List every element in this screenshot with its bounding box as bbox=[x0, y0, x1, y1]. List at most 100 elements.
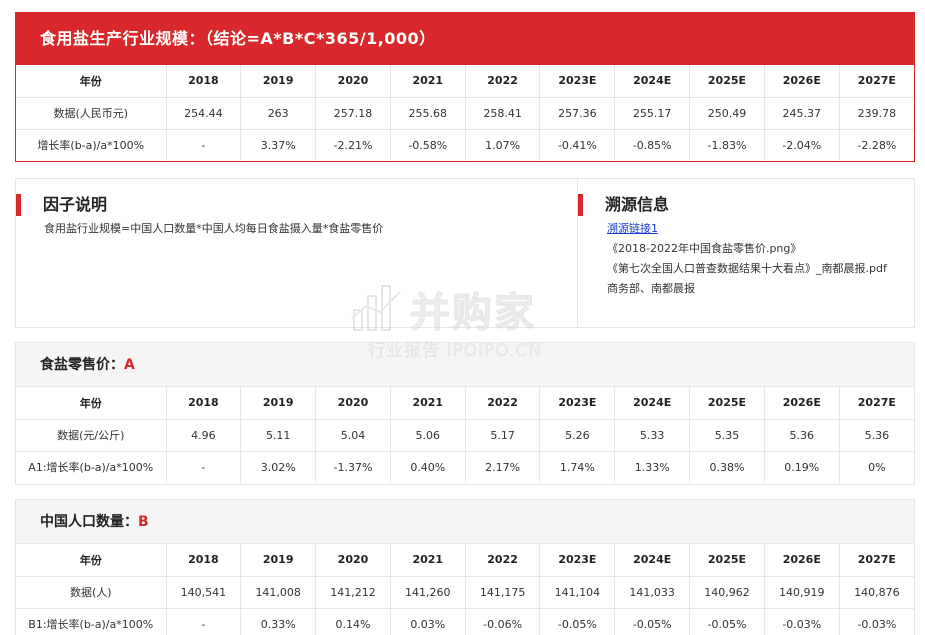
table-row: 增长率(b-a)/a*100% - 3.37% -2.21% -0.58% 1.… bbox=[16, 129, 914, 161]
population-title: 中国人口数量：B bbox=[16, 500, 914, 544]
growth-cell: -2.04% bbox=[764, 129, 840, 161]
retail-price-table: 年份 2018 2019 2020 2021 2022 2023E 2024E … bbox=[16, 387, 914, 483]
row-label-growth: B1:增长率(b-a)/a*100% bbox=[16, 608, 167, 635]
industry-scale-table: 年份 2018 2019 2020 2021 2022 2023E 2024E … bbox=[16, 65, 914, 161]
data-cell: 141,104 bbox=[539, 576, 616, 609]
accent-bar bbox=[578, 194, 583, 216]
data-cell: 254.44 bbox=[166, 97, 242, 130]
growth-cell: - bbox=[166, 129, 242, 161]
year-cell: 2019 bbox=[240, 544, 317, 577]
source-title: 溯源信息 bbox=[605, 195, 670, 214]
year-cell: 2025E bbox=[689, 387, 765, 420]
row-label-data: 数据(元/公斤) bbox=[16, 419, 167, 452]
data-cell: 5.35 bbox=[689, 419, 765, 452]
year-cell: 2022 bbox=[465, 387, 541, 420]
year-cell: 2018 bbox=[166, 65, 242, 98]
data-cell: 141,212 bbox=[315, 576, 391, 609]
data-cell: 263 bbox=[240, 97, 317, 130]
data-cell: 140,962 bbox=[689, 576, 765, 609]
growth-cell: - bbox=[166, 451, 242, 483]
data-cell: 140,919 bbox=[764, 576, 840, 609]
data-cell: 140,541 bbox=[166, 576, 242, 609]
data-cell: 5.36 bbox=[839, 419, 914, 452]
year-cell: 2019 bbox=[240, 65, 317, 98]
data-cell: 5.33 bbox=[614, 419, 691, 452]
row-label-data: 数据(人民币元) bbox=[16, 97, 167, 130]
growth-cell: -0.03% bbox=[764, 608, 840, 635]
year-cell: 2018 bbox=[166, 544, 242, 577]
year-cell: 2024E bbox=[614, 387, 691, 420]
year-cell: 2024E bbox=[614, 544, 691, 577]
data-cell: 5.36 bbox=[764, 419, 840, 452]
data-cell: 239.78 bbox=[839, 97, 914, 130]
growth-cell: -0.03% bbox=[857, 617, 897, 631]
year-cell: 2021 bbox=[390, 544, 466, 577]
year-cell: 2024E bbox=[614, 65, 691, 98]
growth-cell: -0.41% bbox=[539, 129, 616, 161]
data-cell: 5.26 bbox=[539, 419, 616, 452]
year-cell: 2023E bbox=[539, 544, 616, 577]
retail-price-card: 食盐零售价：A 年份 2018 2019 2020 2021 2022 2023… bbox=[15, 342, 915, 485]
row-label-year: 年份 bbox=[16, 387, 167, 420]
data-cell: 141,260 bbox=[390, 576, 466, 609]
year-cell: 2026E bbox=[764, 544, 840, 577]
year-cell: 2019 bbox=[240, 387, 317, 420]
growth-cell: 1.74% bbox=[539, 451, 616, 483]
source-link[interactable]: 溯源链接1 bbox=[607, 222, 658, 235]
growth-cell: -0.05% bbox=[614, 608, 691, 635]
growth-cell: -0.06% bbox=[465, 608, 541, 635]
row-label-growth: 增长率(b-a)/a*100% bbox=[16, 129, 167, 161]
data-cell: 257.18 bbox=[315, 97, 391, 130]
year-cell: 2020 bbox=[315, 65, 391, 98]
table-row: 数据(元/公斤) 4.96 5.11 5.04 5.06 5.17 5.26 5… bbox=[16, 419, 914, 452]
year-cell: 2021 bbox=[390, 387, 466, 420]
variable-label: A bbox=[124, 357, 135, 373]
data-cell: 5.11 bbox=[240, 419, 317, 452]
growth-cell: 1.07% bbox=[465, 129, 541, 161]
industry-scale-card: 食用盐生产行业规模：（结论=A*B*C*365/1,000） 年份 2018 2… bbox=[15, 12, 915, 162]
year-cell: 2023E bbox=[539, 65, 616, 98]
growth-cell: -2.21% bbox=[315, 129, 391, 161]
data-cell: 245.37 bbox=[764, 97, 840, 130]
data-cell: 140,876 bbox=[839, 576, 914, 609]
data-cell: 250.49 bbox=[689, 97, 765, 130]
growth-cell: -1.83% bbox=[689, 129, 765, 161]
year-cell: 2025E bbox=[689, 65, 765, 98]
source-item: 《第七次全国人口普查数据结果十大看点》_南都晨报.pdf bbox=[607, 262, 887, 275]
data-cell: 4.96 bbox=[166, 419, 242, 452]
source-item: 商务部、南都晨报 bbox=[607, 282, 695, 295]
row-label-year: 年份 bbox=[16, 65, 167, 98]
population-card: 中国人口数量：B 年份 2018 2019 2020 2021 2022 202… bbox=[15, 499, 915, 635]
year-cell: 2021 bbox=[390, 65, 466, 98]
row-label-year: 年份 bbox=[16, 544, 167, 577]
table-row: A1:增长率(b-a)/a*100% - 3.02% -1.37% 0.40% … bbox=[16, 451, 914, 483]
growth-cell: -0.05% bbox=[539, 608, 616, 635]
data-cell: 258.41 bbox=[465, 97, 541, 130]
growth-cell: 0.40% bbox=[390, 451, 466, 483]
growth-cell: 1.33% bbox=[614, 451, 691, 483]
table-row: B1:增长率(b-a)/a*100% - 0.33% 0.14% 0.03% -… bbox=[16, 608, 914, 635]
growth-cell: - bbox=[166, 608, 242, 635]
data-cell: 141,033 bbox=[614, 576, 691, 609]
year-cell: 2022 bbox=[465, 65, 541, 98]
source-item: 《2018-2022年中国食盐零售价.png》 bbox=[607, 242, 802, 255]
data-cell: 257.36 bbox=[539, 97, 616, 130]
row-label-data: 数据(人) bbox=[16, 576, 167, 609]
table-row: 年份 2018 2019 2020 2021 2022 2023E 2024E … bbox=[16, 387, 914, 420]
year-cell: 2027E bbox=[839, 387, 914, 420]
retail-price-title: 食盐零售价：A bbox=[16, 343, 914, 387]
year-cell: 2018 bbox=[166, 387, 242, 420]
growth-cell: -0.05% bbox=[689, 608, 765, 635]
year-cell: 2027E bbox=[839, 65, 914, 98]
year-cell: 2020 bbox=[315, 387, 391, 420]
growth-cell: -1.37% bbox=[315, 451, 391, 483]
data-cell: 255.17 bbox=[614, 97, 691, 130]
growth-cell: 0.14% bbox=[315, 608, 391, 635]
row-label-growth: A1:增长率(b-a)/a*100% bbox=[16, 451, 167, 483]
accent-bar bbox=[16, 194, 21, 216]
factor-card: 因子说明 食用盐行业规模=中国人口数量*中国人均每日食盐摄入量*食盐零售价 bbox=[15, 178, 577, 328]
year-cell: 2025E bbox=[689, 544, 765, 577]
growth-cell: 0% bbox=[868, 460, 886, 474]
industry-scale-title: 食用盐生产行业规模：（结论=A*B*C*365/1,000） bbox=[16, 13, 914, 65]
data-cell: 141,008 bbox=[240, 576, 317, 609]
